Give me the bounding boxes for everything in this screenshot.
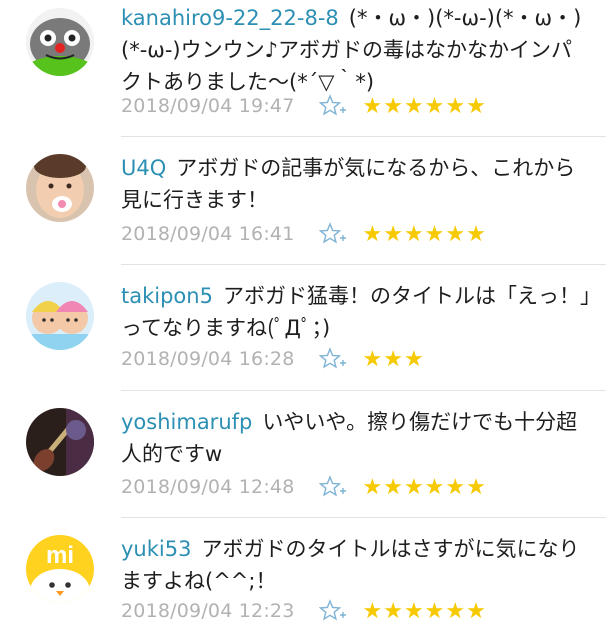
kids-drawing-avatar-icon: [26, 282, 94, 350]
divider: [121, 517, 606, 518]
add-star-button[interactable]: [318, 597, 355, 625]
avatar[interactable]: [26, 408, 94, 476]
comment-body: kanahiro9-22_22-8-8 (*・ω・)(*-ω-)(*・ω・)(*-…: [121, 2, 591, 98]
comment-timestamp[interactable]: 2018/09/04 16:41: [121, 223, 295, 245]
star-rating[interactable]: ★★★★★★: [363, 222, 487, 247]
star-rating[interactable]: ★★★: [363, 347, 425, 372]
baby-photo-avatar-icon: [26, 154, 94, 222]
comment-timestamp[interactable]: 2018/09/04 16:28: [121, 348, 295, 370]
add-star-icon: [318, 347, 346, 369]
guitar-photo-avatar-icon: [26, 408, 94, 476]
comment-body: U4Q アボガドの記事が気になるから、これから見に行きます！: [121, 152, 591, 216]
star-rating[interactable]: ★★★★★★: [363, 599, 487, 624]
cartoon-face-avatar-icon: [26, 8, 94, 76]
avatar[interactable]: [26, 154, 94, 222]
comment-timestamp[interactable]: 2018/09/04 12:23: [121, 600, 295, 622]
add-star-icon: [318, 599, 346, 621]
comment-body: yoshimarufp いやいや。擦り傷だけでも十分超人的ですw: [121, 406, 591, 470]
comment-username[interactable]: kanahiro9-22_22-8-8: [121, 6, 339, 30]
avatar[interactable]: mi: [26, 535, 94, 603]
comment-text: アボガドの記事が気になるから、これから見に行きます！: [121, 156, 576, 212]
mi-chick-avatar-icon: mi: [26, 535, 94, 603]
add-star-button[interactable]: [318, 220, 355, 248]
add-star-button[interactable]: [318, 92, 355, 120]
comment-body: yuki53 アボガドのタイトルはさすがに気になりますよね(^^;！: [121, 533, 591, 597]
avatar[interactable]: [26, 282, 94, 350]
comment-username[interactable]: yuki53: [121, 537, 191, 561]
comment-username[interactable]: U4Q: [121, 156, 166, 180]
comment-timestamp[interactable]: 2018/09/04 12:48: [121, 476, 295, 498]
comment-username[interactable]: yoshimarufp: [121, 410, 252, 434]
star-rating[interactable]: ★★★★★★: [363, 94, 487, 119]
add-star-button[interactable]: [318, 473, 355, 501]
avatar-logo-text: mi: [46, 542, 74, 569]
add-star-button[interactable]: [318, 345, 355, 373]
comment-timestamp[interactable]: 2018/09/04 19:47: [121, 95, 295, 117]
divider: [121, 136, 606, 137]
comment-body: takipon5 アボガド猛毒！のタイトルは「えっ！」ってなりますね(ﾟДﾟ；): [121, 280, 591, 344]
avatar[interactable]: [26, 8, 94, 76]
comment-username[interactable]: takipon5: [121, 284, 213, 308]
divider: [121, 390, 606, 391]
star-rating[interactable]: ★★★★★★: [363, 475, 487, 500]
add-star-icon: [318, 94, 346, 116]
add-star-icon: [318, 222, 346, 244]
add-star-icon: [318, 475, 346, 497]
divider: [121, 264, 606, 265]
